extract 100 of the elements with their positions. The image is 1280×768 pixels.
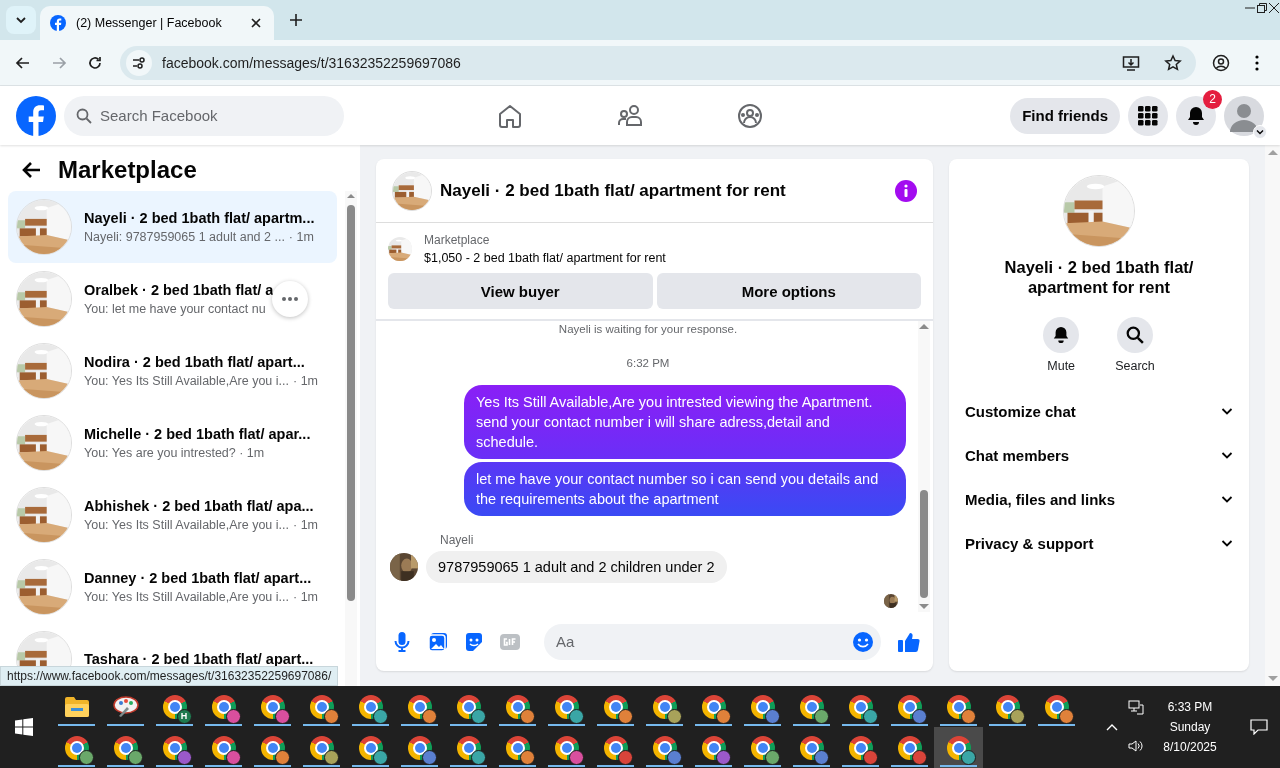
listing-title: $1,050 - 2 bed 1bath flat/ apartment for rent [424, 251, 666, 265]
message-preview: Nayeli: 9787959065 1 adult and 2 ... [84, 230, 285, 244]
install-icon[interactable] [1122, 53, 1140, 72]
folder-icon [64, 696, 89, 717]
microphone-icon[interactable] [394, 631, 410, 652]
conversation-item[interactable]: Danney · 2 bed 1bath flat/ apart... You: Yes Its Still Available,Are you i... · 1m [8, 551, 337, 623]
notifications-button[interactable] [1176, 95, 1216, 136]
back-icon[interactable] [15, 54, 31, 71]
message-field[interactable]: Aa [544, 623, 881, 660]
conversation-title: Nayeli · 2 bed 1bath flat/ apartm... [84, 210, 315, 226]
emoji-icon[interactable] [853, 631, 873, 652]
scrollbar-track[interactable] [918, 321, 930, 612]
message-time: · 1m [288, 230, 314, 244]
grid-icon [1138, 105, 1158, 126]
clock-date: 8/10/2025 [1163, 740, 1217, 754]
more-button[interactable] [272, 281, 308, 317]
sender-name: Nayeli [440, 533, 475, 547]
message-preview: You: Yes Its Still Available,Are you i... [84, 374, 289, 388]
facebook-icon [50, 15, 66, 31]
photo-icon[interactable] [428, 631, 448, 652]
tab-title: (2) Messenger | Facebook [76, 16, 223, 30]
conversation-item[interactable]: Michelle · 2 bed 1bath flat/ apar... You: Yes are you intrested? · 1m [8, 407, 337, 479]
message-preview: You: let me have your contact nu [84, 302, 266, 316]
taskbar-button[interactable] [934, 727, 983, 768]
like-icon[interactable] [898, 630, 920, 653]
volume-icon[interactable] [1128, 738, 1144, 754]
close-icon[interactable] [1268, 2, 1280, 14]
message-preview: You: Yes Its Still Available,Are you i... [84, 518, 289, 532]
chevron-up-icon[interactable] [1106, 723, 1118, 731]
conversation-title: Michelle · 2 bed 1bath flat/ apar... [84, 426, 311, 442]
search-icon [76, 107, 92, 124]
clock-day: Sunday [1169, 720, 1211, 734]
group-icon[interactable] [737, 102, 763, 129]
section-header[interactable]: Privacy & support [957, 521, 1241, 565]
network-icon[interactable] [1128, 700, 1144, 716]
home-icon[interactable] [497, 102, 523, 129]
scrollbar-track[interactable] [345, 191, 357, 686]
address-bar[interactable]: facebook.com/messages/t/31632352259697086 [120, 45, 1196, 80]
caret-icon[interactable] [1253, 124, 1267, 139]
plus-icon[interactable] [289, 13, 303, 27]
windows-icon[interactable] [15, 718, 33, 736]
scrollbar-thumb[interactable] [347, 205, 355, 601]
find-friends-button[interactable]: Find friends [1010, 97, 1120, 134]
conversation-item[interactable]: Nodira · 2 bed 1bath flat/ apart... You: Yes Its Still Available,Are you i... · 1m [8, 335, 337, 407]
message-preview: You: Yes Its Still Available,Are you i... [84, 590, 289, 604]
received-message: 9787959065 1 adult and 2 children under 2 [426, 551, 727, 583]
section-header[interactable]: Media, files and links [957, 477, 1241, 521]
restore-icon[interactable] [1256, 2, 1268, 14]
sliders-icon [132, 55, 146, 70]
people-icon[interactable] [617, 102, 643, 129]
clock[interactable]: 6:33 PM Sunday 8/10/2025 [1154, 700, 1226, 754]
conversation-item[interactable]: Nayeli · 2 bed 1bath flat/ apartm... Nayeli: 9787959065 1 adult and 2 ... · 1m [8, 191, 337, 263]
sticker-icon[interactable] [464, 631, 484, 652]
conversation-item[interactable]: Abhishek · 2 bed 1bath flat/ apa... You: Yes Its Still Available,Are you i... · 1m [8, 479, 337, 551]
site-settings-button[interactable] [126, 49, 152, 76]
conversation-title: Tashara · 2 bed 1bath flat/ apart... [84, 651, 314, 667]
conversation-title: Oralbek · 2 bed 1bath flat/ a [84, 282, 274, 298]
search-field[interactable]: Search Facebook [64, 95, 344, 136]
sent-message: let me have your contact number so i can send you details and the requirements about the apartment [464, 462, 906, 516]
profile-icon[interactable] [1212, 53, 1230, 72]
menu-icon[interactable] [1255, 54, 1259, 71]
action-button[interactable]: View buyer [388, 273, 653, 309]
menu-button[interactable] [1128, 95, 1168, 136]
clock-time: 6:33 PM [1167, 700, 1213, 714]
conversation-title: Danney · 2 bed 1bath flat/ apart... [84, 570, 313, 586]
more-icon [282, 297, 298, 301]
section-header[interactable]: Chat members [957, 433, 1241, 477]
action-button[interactable]: More options [656, 273, 921, 309]
conversation-title: Nodira · 2 bed 1bath flat/ apart... [84, 354, 306, 370]
message-preview: You: Yes are you intrested? · 1m [84, 446, 265, 460]
conversation-item[interactable]: Oralbek · 2 bed 1bath flat/ a You: let me have your contact nu [8, 263, 337, 335]
status-url: https://www.facebook.com/messages/t/31632352259697086/ [0, 666, 339, 686]
sent-message: Yes Its Still Available,Are you intrested viewing the Apartment. send your contact number i will share adress,detail and schedule. [464, 385, 906, 459]
browser-tab[interactable]: (2) Messenger | Facebook [40, 6, 274, 40]
reload-icon[interactable] [87, 54, 103, 71]
message-time: · 1m [293, 590, 318, 604]
palette-icon [112, 695, 139, 718]
scroll-up-icon[interactable] [347, 191, 355, 201]
tab-search-button[interactable] [6, 6, 36, 34]
scrollbar-thumb[interactable] [920, 490, 928, 598]
message-time: · 1m [293, 374, 318, 388]
section-header[interactable]: Customize chat [957, 389, 1241, 433]
taskbar-button[interactable]: H [150, 686, 199, 727]
profile-badge: H [176, 708, 192, 724]
scroll-down-icon[interactable] [919, 602, 929, 610]
notification-count: 2 [1203, 89, 1222, 109]
facebook-logo[interactable] [16, 95, 56, 136]
back-arrow-icon[interactable] [22, 160, 42, 180]
search-icon [1126, 326, 1144, 344]
star-icon[interactable] [1164, 53, 1182, 72]
scroll-up-icon[interactable] [919, 323, 929, 331]
conversation-title: Abhishek · 2 bed 1bath flat/ apa... [84, 498, 315, 514]
message-time: · 1m [293, 518, 318, 532]
sidebar-title: Marketplace [58, 156, 197, 184]
listing-label: Marketplace [424, 233, 491, 247]
system-message: Nayeli is waiting for your response. [557, 323, 739, 335]
chevron-down-icon [15, 14, 27, 26]
notification-icon[interactable] [1250, 719, 1268, 735]
info-icon[interactable] [895, 179, 917, 202]
timestamp: 6:32 PM [625, 357, 671, 369]
